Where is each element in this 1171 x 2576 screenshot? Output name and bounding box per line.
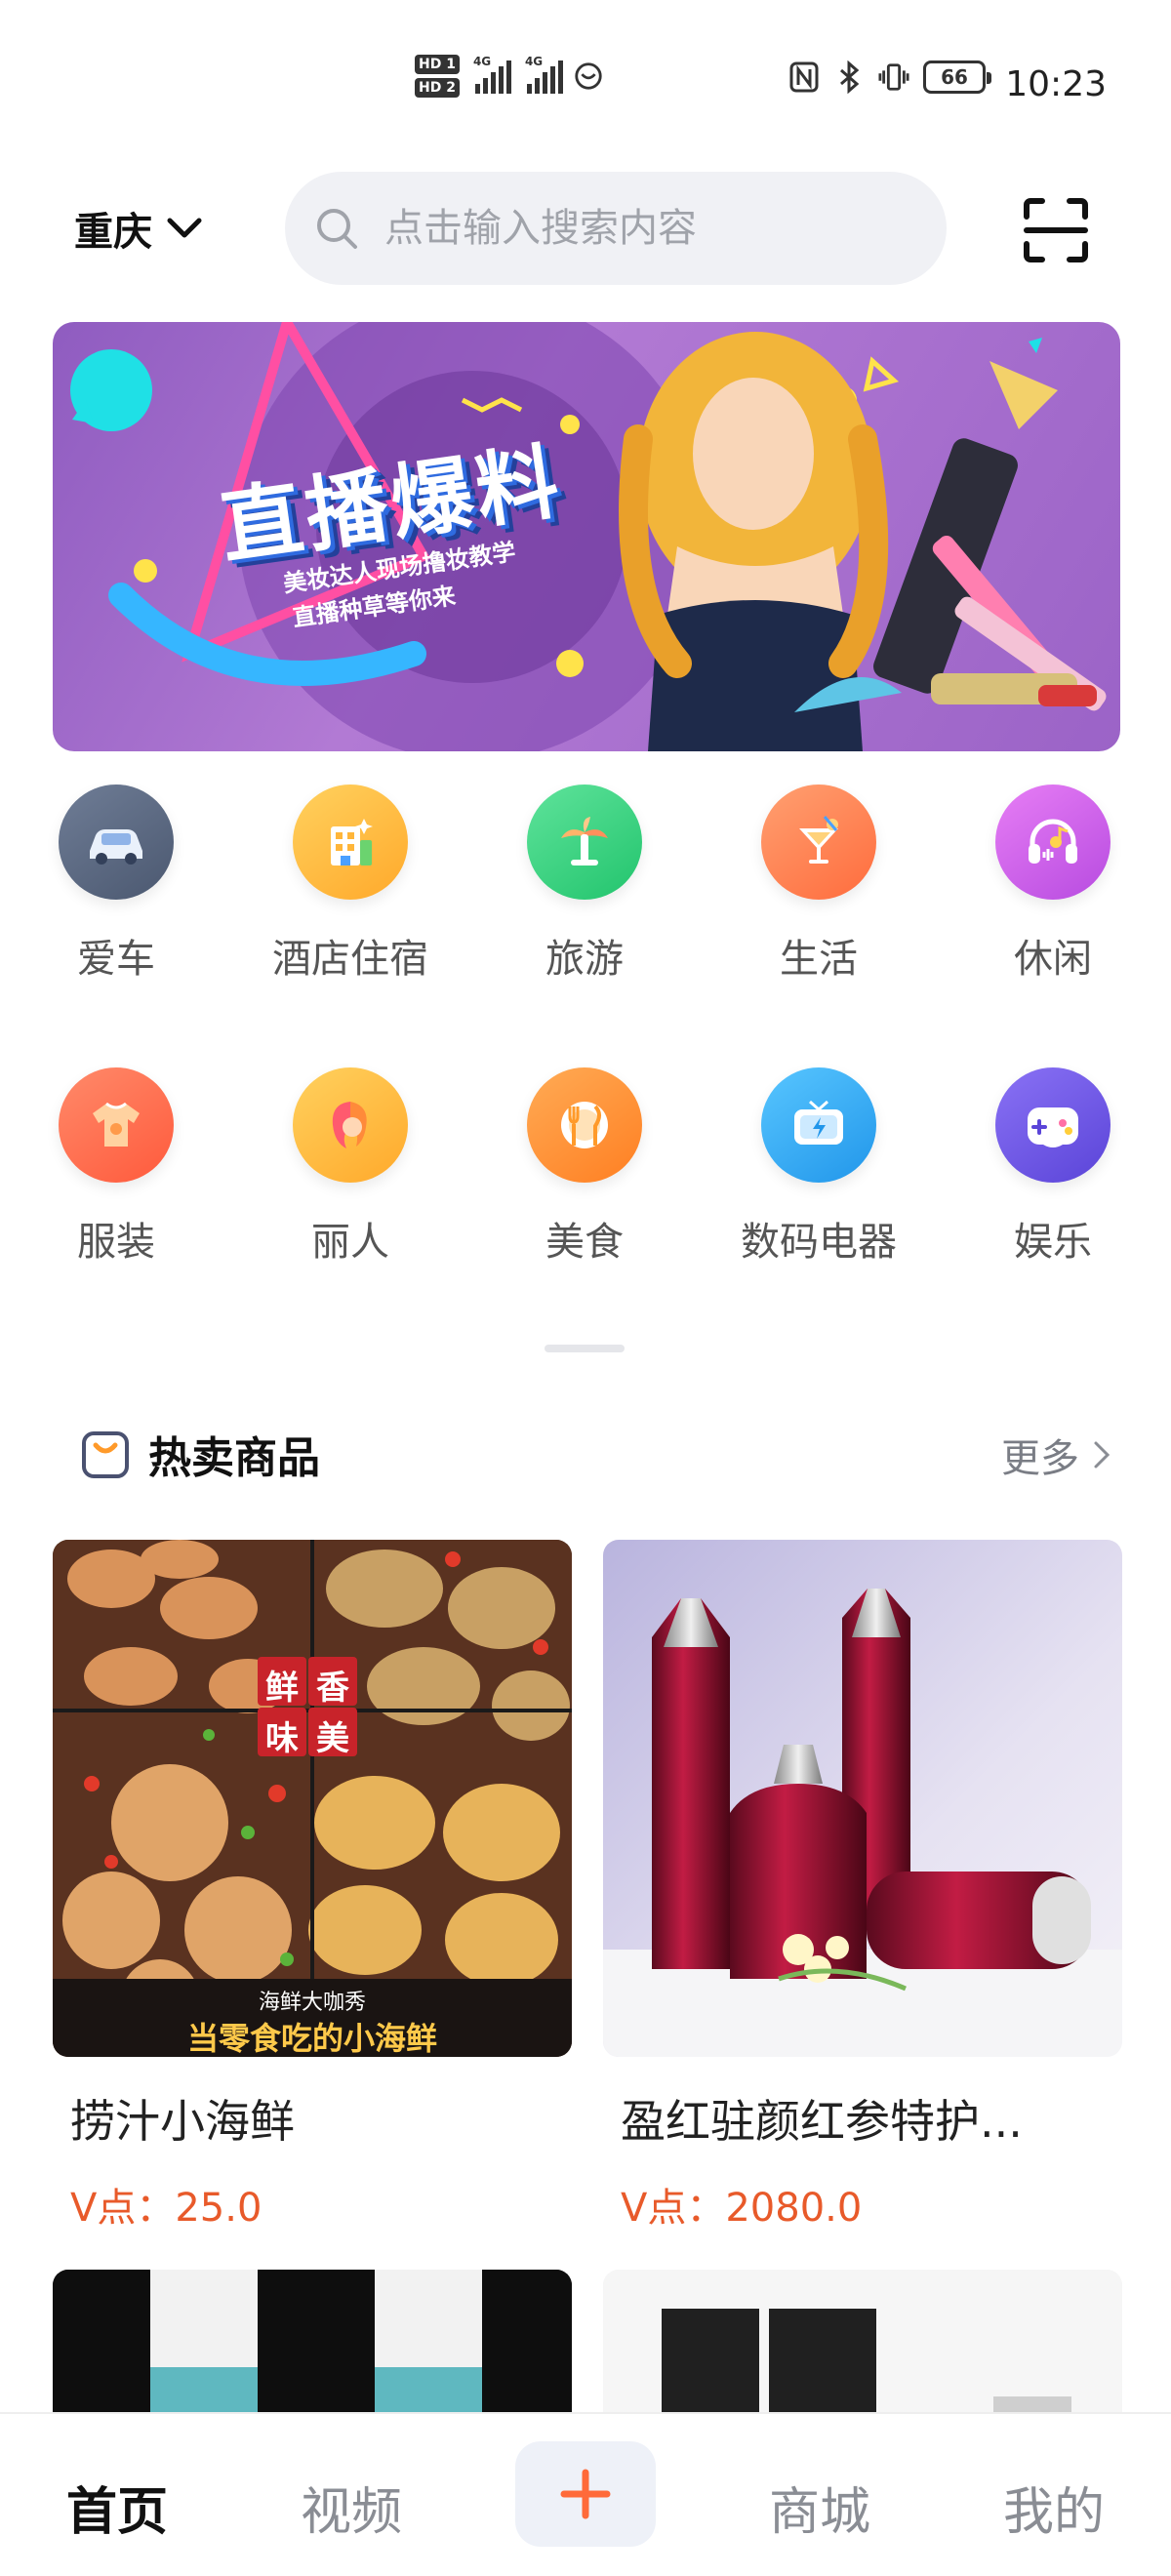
chevron-down-icon [167, 218, 202, 238]
product-price: V点：25.0 [70, 2186, 262, 2231]
nfc-icon [788, 60, 820, 94]
category-item-clothing[interactable]: 服装 [19, 1067, 214, 1267]
clock: 10:23 [1005, 64, 1107, 104]
city-selector[interactable]: 重庆 [74, 200, 203, 257]
hd1-badge: HD 1 [415, 55, 460, 74]
category-item-travel[interactable]: 旅游 [487, 785, 682, 984]
signal-icon: 4G [473, 55, 511, 94]
product-tag: 美 [316, 1719, 349, 1758]
product-card[interactable] [603, 2270, 1122, 2412]
hd-badges: HD 1 HD 2 [415, 55, 460, 98]
system-indicators: 66 [788, 60, 991, 94]
tshirt-icon [59, 1067, 174, 1183]
palm-tree-icon [527, 785, 642, 900]
nav-mine[interactable]: 我的 [956, 2471, 1151, 2544]
battery-icon: 66 [923, 60, 991, 94]
beauty-icon [293, 1067, 408, 1183]
signal-icon: 4G [525, 55, 563, 94]
dining-icon [527, 1067, 642, 1183]
vibrate-icon [878, 60, 909, 94]
category-item-entertainment[interactable]: 娱乐 [955, 1067, 1151, 1267]
category-item-leisure[interactable]: 休闲 [955, 785, 1151, 984]
product-image [53, 2270, 572, 2412]
nav-home[interactable]: 首页 [20, 2471, 215, 2544]
city-label: 重庆 [74, 210, 152, 255]
plus-icon [560, 2469, 611, 2519]
product-price: V点：2080.0 [621, 2186, 863, 2231]
category-label: 美食 [545, 1220, 624, 1265]
category-label: 酒店住宿 [272, 937, 428, 982]
product-image: 鲜 香 味 美 海鲜大咖秀 当零食吃的小海鲜 [53, 1540, 572, 2057]
category-label: 娱乐 [1014, 1220, 1092, 1265]
more-label: 更多 [1001, 1436, 1079, 1481]
nav-mall[interactable]: 商城 [722, 2471, 917, 2544]
category-label: 服装 [77, 1220, 155, 1265]
banner-artwork [70, 322, 1107, 751]
product-name: 盈红驻颜红参特护... [621, 2095, 1023, 2148]
publish-button[interactable] [515, 2441, 656, 2547]
network-indicators: HD 1 HD 2 4G 4G [415, 55, 604, 98]
search-icon [317, 209, 357, 249]
tv-icon [761, 1067, 876, 1183]
category-label: 生活 [780, 937, 858, 982]
hot-section-header: 热卖商品 [80, 1423, 320, 1485]
category-label: 数码电器 [741, 1220, 897, 1265]
status-bar: HD 1 HD 2 4G 4G 66 10:23 [0, 0, 1171, 166]
product-image [603, 2270, 1122, 2412]
product-caption: 海鲜大咖秀 [258, 1991, 366, 2015]
promo-banner[interactable]: 直播爆料 美妆达人现场撸妆教学 直播种草等你来 [53, 322, 1120, 751]
product-caption: 当零食吃的小海鲜 [186, 2020, 437, 2057]
product-name: 捞汁小海鲜 [70, 2095, 295, 2148]
category-label: 休闲 [1014, 937, 1092, 982]
product-card[interactable]: 鲜 香 味 美 海鲜大咖秀 当零食吃的小海鲜 捞汁小海鲜 V点：25.0 [53, 1540, 572, 2233]
product-tag: 香 [316, 1669, 349, 1708]
more-link[interactable]: 更多 [1001, 1427, 1110, 1483]
category-item-food[interactable]: 美食 [487, 1067, 682, 1267]
product-card[interactable] [53, 2270, 572, 2412]
category-label: 丽人 [311, 1220, 389, 1265]
category-label: 爱车 [77, 937, 155, 982]
nav-video[interactable]: 视频 [254, 2471, 449, 2544]
category-item-digital[interactable]: 数码电器 [721, 1067, 916, 1267]
hotel-icon [293, 785, 408, 900]
hd2-badge: HD 2 [415, 78, 460, 98]
category-label: 旅游 [545, 937, 624, 982]
cocktail-icon [761, 785, 876, 900]
product-card[interactable]: 盈红驻颜红参特护... V点：2080.0 [603, 1540, 1122, 2233]
search-input[interactable] [384, 206, 931, 251]
car-icon [59, 785, 174, 900]
hotspot-icon [573, 60, 604, 93]
chevron-right-icon [1094, 1441, 1110, 1469]
product-image [603, 1540, 1122, 2057]
product-tag: 味 [265, 1719, 299, 1758]
page-indicator [545, 1345, 625, 1352]
bluetooth-icon [833, 60, 865, 94]
category-item-car[interactable]: 爱车 [19, 785, 214, 984]
category-item-life[interactable]: 生活 [721, 785, 916, 984]
bottom-nav: 首页 视频 商城 我的 [0, 2412, 1171, 2576]
product-tag: 鲜 [265, 1669, 299, 1708]
scan-icon[interactable] [1021, 195, 1091, 265]
headphones-icon [995, 785, 1110, 900]
shopping-bag-icon [82, 1431, 129, 1478]
category-item-hotel[interactable]: 酒店住宿 [253, 785, 448, 984]
section-title: 热卖商品 [148, 1433, 320, 1483]
category-item-beauty[interactable]: 丽人 [253, 1067, 448, 1267]
search-bar[interactable] [285, 172, 947, 285]
gamepad-icon [995, 1067, 1110, 1183]
